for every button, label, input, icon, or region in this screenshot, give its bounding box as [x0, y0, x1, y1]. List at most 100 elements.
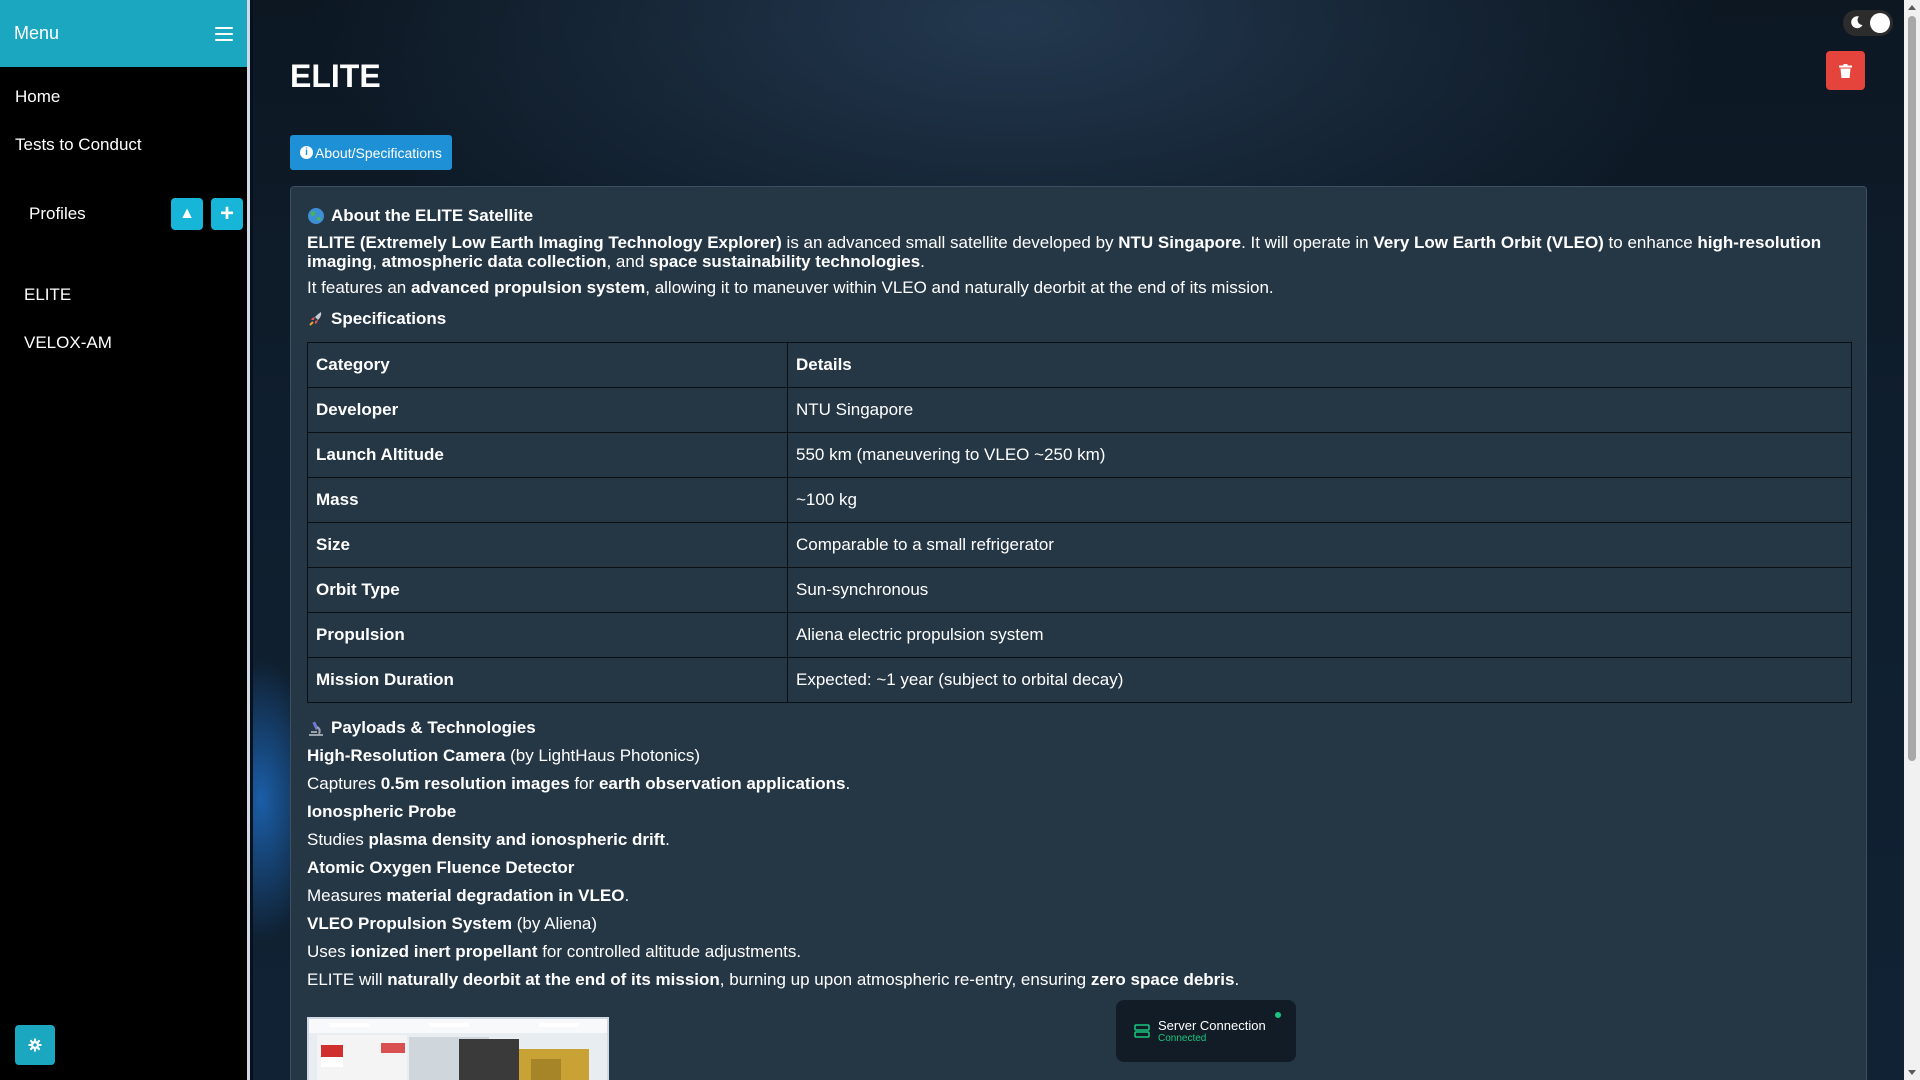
caret-up-icon: ▲	[179, 205, 195, 222]
table-row: Developer NTU Singapore	[307, 387, 1852, 433]
text-run: Captures	[307, 774, 381, 793]
text-run: (by LightHaus Photonics)	[505, 746, 701, 765]
text-run: ,	[372, 252, 382, 271]
status-dot	[1275, 1012, 1281, 1018]
bold-text: Ionospheric Probe	[307, 802, 457, 821]
about-paragraph-2: It features an advanced propulsion syste…	[307, 278, 1850, 297]
main-content: ELITE i About/Specifications About the E…	[253, 0, 1904, 1080]
bold-text: zero space debris	[1090, 970, 1235, 989]
text-run: .	[920, 252, 925, 271]
payload-line: High-Resolution Camera (by LightHaus Pho…	[307, 742, 1850, 770]
tab-about-specifications[interactable]: i About/Specifications	[290, 135, 452, 170]
table-cell-category: Orbit Type	[307, 567, 788, 613]
about-heading: About the ELITE Satellite	[307, 203, 1850, 229]
table-cell-category: Mass	[307, 477, 788, 523]
profile-item-elite[interactable]: ELITE	[0, 271, 247, 319]
table-cell-details: Aliena electric propulsion system	[787, 612, 1852, 658]
text-run: . It will operate in	[1241, 233, 1374, 252]
collapse-profiles-button[interactable]: ▲	[171, 198, 203, 230]
text-run: Measures	[307, 886, 387, 905]
text-run: .	[1234, 970, 1240, 989]
settings-button[interactable]	[15, 1025, 55, 1065]
payload-line: Captures 0.5m resolution images for eart…	[307, 770, 1850, 798]
table-cell-category: Developer	[307, 387, 788, 433]
payload-line: Atomic Oxygen Fluence Detector	[307, 854, 1850, 882]
bold-text: ionized inert propellant	[350, 942, 538, 961]
payload-line: Studies plasma density and ionospheric d…	[307, 826, 1850, 854]
server-text: Server Connection Connected	[1158, 1018, 1266, 1044]
text-run: for controlled altitude adjustments.	[537, 942, 802, 961]
table-cell-details: Comparable to a small refrigerator	[787, 522, 1852, 568]
table-row: Mission Duration Expected: ~1 year (subj…	[307, 657, 1852, 703]
profile-item-velox-am[interactable]: VELOX-AM	[0, 319, 247, 367]
bold-text: ELITE (Extremely Low Earth Imaging Techn…	[307, 233, 782, 252]
profiles-header: Profiles ▲ +	[0, 189, 247, 239]
specs-heading: Specifications	[307, 306, 1850, 332]
table-cell-category: Propulsion	[307, 612, 788, 658]
bold-text: 0.5m resolution images	[380, 774, 570, 793]
table-cell-details: Sun-synchronous	[787, 567, 1852, 613]
payload-line: ELITE will naturally deorbit at the end …	[307, 966, 1850, 994]
info-icon: i	[300, 146, 313, 159]
payloads-list: High-Resolution Camera (by LightHaus Pho…	[307, 742, 1850, 994]
table-cell-details: NTU Singapore	[787, 387, 1852, 433]
bold-text: space sustainability technologies	[649, 252, 921, 271]
profiles-label: Profiles	[29, 204, 86, 223]
bold-text: atmospheric data collection	[381, 252, 607, 271]
table-header-row: Category Details	[307, 342, 1852, 388]
table-row: Orbit Type Sun-synchronous	[307, 567, 1852, 613]
scroll-thumb[interactable]	[1908, 16, 1916, 761]
bold-text: High-Resolution Camera	[307, 746, 506, 765]
tab-label: About/Specifications	[315, 144, 442, 161]
add-profile-button[interactable]: +	[211, 198, 243, 230]
profile-list: ELITE VELOX-AM	[0, 271, 247, 367]
server-icon	[1134, 1024, 1150, 1038]
sidebar-header: Menu	[0, 0, 247, 67]
plus-icon: +	[219, 200, 234, 227]
bold-text: naturally deorbit at the end of its miss…	[387, 970, 720, 989]
text-run: , burning up upon atmospheric re-entry, …	[719, 970, 1091, 989]
column-header-category: Category	[307, 342, 788, 388]
text-run: for	[569, 774, 599, 793]
payload-line: Ionospheric Probe	[307, 798, 1850, 826]
server-label: Server Connection	[1158, 1018, 1266, 1033]
server-connection-status[interactable]: Server Connection Connected	[1116, 1000, 1296, 1062]
text-run: (by Aliena)	[512, 914, 598, 933]
bold-text: material degradation in VLEO	[386, 886, 625, 905]
table-row: Mass ~100 kg	[307, 477, 1852, 523]
details-card: About the ELITE Satellite ELITE (Extreme…	[290, 186, 1867, 1080]
bold-text: NTU Singapore	[1118, 233, 1242, 252]
payload-line: VLEO Propulsion System (by Aliena)	[307, 910, 1850, 938]
about-heading-text: About the ELITE Satellite	[331, 206, 534, 225]
vertical-scrollbar[interactable]	[1904, 0, 1920, 1080]
scroll-down-arrow[interactable]	[1908, 1070, 1916, 1075]
table-row: Launch Altitude 550 km (maneuvering to V…	[307, 432, 1852, 478]
payloads-heading-text: Payloads & Technologies	[331, 718, 536, 737]
nav-home[interactable]: Home	[0, 73, 247, 121]
nav-tests-to-conduct[interactable]: Tests to Conduct	[0, 121, 247, 169]
text-run: ELITE will	[307, 970, 388, 989]
delete-button[interactable]	[1826, 51, 1865, 90]
hamburger-icon[interactable]	[215, 26, 233, 41]
specs-heading-text: Specifications	[331, 309, 447, 328]
text-run: is an advanced small satellite developed…	[781, 233, 1119, 252]
bold-text: plasma density and ionospheric drift	[368, 830, 666, 849]
bold-text: Very Low Earth Orbit (VLEO)	[1373, 233, 1604, 252]
payload-line: Uses ionized inert propellant for contro…	[307, 938, 1850, 966]
table-row: Propulsion Aliena electric propulsion sy…	[307, 612, 1852, 658]
globe-icon	[308, 208, 324, 224]
sidebar: Menu Home Tests to Conduct Profiles ▲ + …	[0, 0, 250, 1080]
theme-toggle[interactable]	[1843, 10, 1893, 36]
scroll-up-arrow[interactable]	[1908, 5, 1916, 10]
text-run: Uses	[307, 942, 351, 961]
microscope-icon	[309, 721, 323, 736]
text-run: It features an	[307, 278, 411, 297]
table-row: Size Comparable to a small refrigerator	[307, 522, 1852, 568]
text-run: .	[624, 886, 630, 905]
text-run: , allowing it to maneuver within VLEO an…	[645, 278, 1274, 297]
table-cell-category: Mission Duration	[307, 657, 788, 703]
page-title: ELITE	[290, 58, 381, 94]
trash-icon	[1839, 63, 1852, 78]
gear-icon	[28, 1038, 42, 1052]
table-cell-details: Expected: ~1 year (subject to orbital de…	[787, 657, 1852, 703]
